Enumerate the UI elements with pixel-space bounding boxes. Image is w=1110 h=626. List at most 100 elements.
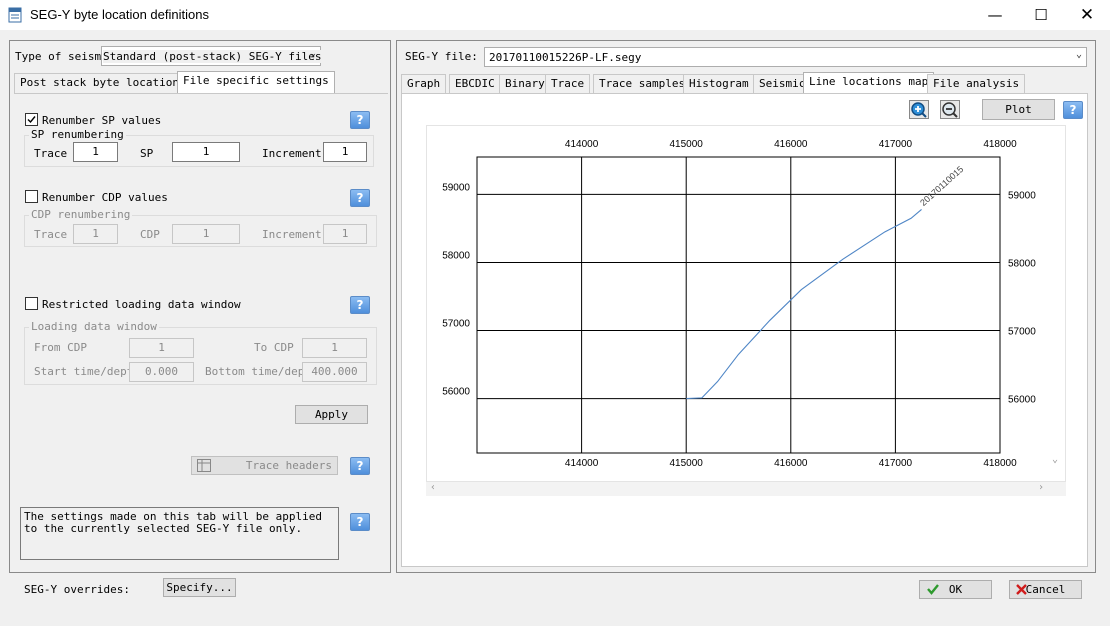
red-x-icon [1015, 583, 1028, 601]
bottom-time-label: Bottom time/depth [205, 365, 318, 378]
x-tick-label-top: 418000 [983, 139, 1017, 150]
tab-divider [14, 93, 388, 94]
zoom-out-button[interactable] [940, 100, 960, 119]
cdp-label: CDP [140, 228, 160, 241]
right-tab-strip: Graph EBCDIC Binary Trace Trace samples … [401, 72, 1093, 94]
bottom-time-input[interactable]: 400.000 [302, 362, 367, 382]
zoom-in-button[interactable] [909, 100, 929, 119]
help-icon[interactable]: ? [350, 457, 370, 475]
start-time-input[interactable]: 0.000 [129, 362, 194, 382]
y-tick-label-right: 59000 [1008, 190, 1036, 201]
renumber-cdp-checkbox[interactable] [25, 190, 38, 203]
x-tick-label-bottom: 418000 [983, 458, 1017, 469]
x-tick-label-bottom: 414000 [565, 458, 599, 469]
sp-trace-input[interactable]: 1 [73, 142, 118, 162]
help-icon[interactable]: ? [1063, 101, 1083, 119]
cancel-button[interactable]: Cancel [1009, 580, 1082, 599]
trace-headers-button[interactable]: Trace headers [191, 456, 338, 475]
scroll-left-icon[interactable]: ‹ [430, 482, 436, 493]
zoom-in-icon [911, 102, 927, 118]
x-tick-label-top: 415000 [670, 139, 704, 150]
scroll-down-icon[interactable]: ⌄ [1052, 454, 1058, 465]
to-cdp-label: To CDP [254, 341, 294, 354]
settings-note: The settings made on this tab will be ap… [20, 507, 339, 560]
sp-increment-label: Increment [262, 147, 322, 160]
cdp-increment-label: Increment [262, 228, 322, 241]
loading-window-title: Loading data window [29, 320, 159, 333]
cdp-increment-input[interactable]: 1 [323, 224, 367, 244]
right-panel: SEG-Y file: 20170110015226P-LF.segy ⌄ Gr… [396, 40, 1096, 573]
y-tick-label-left: 56000 [442, 387, 470, 398]
seg-y-file-label: SEG-Y file: [405, 50, 478, 63]
plot-button[interactable]: Plot [982, 99, 1055, 120]
renumber-sp-label: Renumber SP values [42, 114, 162, 127]
cancel-label: Cancel [1025, 583, 1066, 596]
tab-post-stack-byte-locations[interactable]: Post stack byte locations [14, 73, 192, 93]
apply-button[interactable]: Apply [295, 405, 368, 424]
title-bar: SEG-Y byte location definitions — ☐ ✕ [0, 0, 1110, 30]
tab-histogram[interactable]: Histogram [683, 74, 755, 94]
checkmark-icon [926, 582, 940, 601]
cdp-trace-input[interactable]: 1 [73, 224, 118, 244]
map-tab-page: Plot ? 414000 414000 415000 415000 416000 416… [401, 93, 1088, 567]
y-tick-label-left: 58000 [442, 250, 470, 261]
tab-file-analysis[interactable]: File analysis [927, 74, 1026, 94]
sp-label: SP [140, 147, 154, 160]
left-panel: Type of seismic Standard (post-stack) SE… [9, 40, 391, 573]
sp-renumbering-title: SP renumbering [29, 128, 126, 141]
to-cdp-input[interactable]: 1 [302, 338, 367, 358]
window-title: SEG-Y byte location definitions [30, 7, 209, 22]
scroll-right-icon[interactable]: › [1038, 482, 1044, 493]
minimize-icon[interactable]: — [972, 0, 1018, 30]
sp-input[interactable]: 1 [172, 142, 240, 162]
x-tick-label-bottom: 415000 [670, 458, 704, 469]
type-of-seismic-label: Type of seismic [15, 50, 115, 63]
close-icon[interactable]: ✕ [1064, 0, 1110, 30]
specify-button[interactable]: Specify... [163, 578, 236, 597]
x-tick-label-bottom: 416000 [774, 458, 808, 469]
y-tick-label-right: 58000 [1008, 258, 1036, 269]
start-time-label: Start time/depth [34, 365, 140, 378]
zoom-out-icon [942, 102, 958, 118]
y-tick-label-left: 59000 [442, 182, 470, 193]
seg-y-file-value: 20170110015226P-LF.segy [489, 51, 642, 64]
x-tick-label-top: 416000 [774, 139, 808, 150]
ok-label: OK [948, 583, 963, 596]
app-icon [8, 7, 23, 23]
x-tick-label-bottom: 417000 [879, 458, 913, 469]
help-icon[interactable]: ? [350, 189, 370, 207]
from-cdp-input[interactable]: 1 [129, 338, 194, 358]
tab-ebcdic[interactable]: EBCDIC [449, 74, 501, 94]
restricted-window-label: Restricted loading data window [42, 298, 241, 311]
ok-button[interactable]: OK [919, 580, 992, 599]
seg-y-overrides-label: SEG-Y overrides: [24, 583, 130, 596]
restricted-window-checkbox[interactable] [25, 297, 38, 310]
from-cdp-label: From CDP [34, 341, 87, 354]
tab-file-specific-settings[interactable]: File specific settings [177, 71, 335, 93]
x-tick-label-top: 414000 [565, 139, 599, 150]
tab-binary[interactable]: Binary [499, 74, 551, 94]
help-icon[interactable]: ? [350, 513, 370, 531]
seg-y-file-select[interactable]: 20170110015226P-LF.segy ⌄ [484, 47, 1087, 67]
y-tick-label-right: 56000 [1008, 395, 1036, 406]
horizontal-scrollbar[interactable]: ‹ › [426, 482, 1066, 496]
table-icon [197, 459, 211, 477]
tab-trace-samples[interactable]: Trace samples [593, 74, 692, 94]
tab-trace[interactable]: Trace [545, 74, 591, 94]
sp-increment-input[interactable]: 1 [323, 142, 367, 162]
trace-headers-label: Trace headers [245, 459, 332, 472]
tab-graph[interactable]: Graph [401, 74, 447, 94]
maximize-icon[interactable]: ☐ [1018, 0, 1064, 30]
cdp-renumbering-title: CDP renumbering [29, 208, 133, 221]
cdp-trace-label: Trace [34, 228, 68, 241]
y-tick-label-left: 57000 [442, 319, 470, 330]
help-icon[interactable]: ? [350, 111, 370, 129]
seismic-type-select[interactable]: Standard (post-stack) SEG-Y files ⌄ [101, 46, 324, 66]
help-icon[interactable]: ? [350, 296, 370, 314]
left-tab-strip: Post stack byte locations File specific … [14, 71, 388, 95]
tab-line-locations-map[interactable]: Line locations map [803, 72, 935, 94]
map-plot-viewport[interactable]: 414000 414000 415000 415000 416000 416000 4170… [426, 125, 1066, 482]
cdp-input[interactable]: 1 [172, 224, 240, 244]
renumber-sp-checkbox[interactable] [25, 113, 38, 126]
chevron-down-icon: ⌄ [309, 48, 316, 59]
